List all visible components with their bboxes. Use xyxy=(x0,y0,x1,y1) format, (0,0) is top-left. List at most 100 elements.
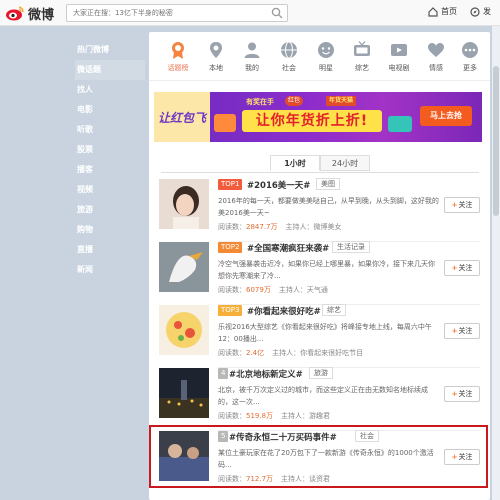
category-label: 社会 xyxy=(282,64,296,72)
follow-label: 关注 xyxy=(458,201,473,209)
category-label: 情感 xyxy=(429,64,443,72)
sidebar-item-news[interactable]: 新闻 xyxy=(75,260,145,280)
sidebar-item-podcast[interactable]: 播客 xyxy=(75,160,145,180)
topic-title[interactable]: #你看起来很好吃# xyxy=(247,305,321,317)
sidebar-item-topics[interactable]: 微话题 xyxy=(75,60,145,80)
more-dots-icon xyxy=(462,42,478,58)
topic-description: 某位土豪玩家在花了20万包下了一款新游《传奇永恒》的1000个激活码... xyxy=(218,449,434,469)
host-name[interactable]: 谈资君 xyxy=(309,475,330,483)
heart-icon xyxy=(428,43,444,57)
banner-main-text: 让你年货折上折! xyxy=(242,110,382,132)
topic-description: 乐视2016大型综艺《你看起来很好吃》将峰接专地上线，每周六中午12：00播出.… xyxy=(218,323,432,343)
banner-grab-button[interactable]: 马上去抢 xyxy=(420,106,472,126)
follow-button[interactable]: +关注 xyxy=(444,197,480,213)
topic-row: TOP1 #2016美一天# 美图 2016年的每一天，都要做美美哒自己，从早到… xyxy=(149,178,490,249)
topic-thumbnail[interactable] xyxy=(159,242,209,292)
search-input[interactable] xyxy=(67,5,262,21)
read-count-label: 阅读数： xyxy=(218,286,246,294)
host-name[interactable]: 你看起来很好吃节目 xyxy=(300,349,363,357)
tab-24-hours[interactable]: 24小时 xyxy=(320,155,370,171)
weibo-logo[interactable]: 微博 xyxy=(5,4,54,23)
read-count-label: 阅读数： xyxy=(218,349,246,357)
follow-button[interactable]: +关注 xyxy=(444,449,480,465)
scrollbar-thumb[interactable] xyxy=(493,66,499,216)
follow-button[interactable]: +关注 xyxy=(444,260,480,276)
topic-row: 5 #传奇永恒二十万买码事件# 社会 某位土豪玩家在花了20万包下了一款新游《传… xyxy=(149,430,490,500)
topic-category-tag[interactable]: 社会 xyxy=(355,430,379,442)
topic-description: 北京，被千万次定义过的城市，而这些定义正在由无数知名地标续成的，这一次... xyxy=(218,386,428,406)
category-celebrity[interactable]: 明星 xyxy=(309,40,343,73)
tab-1-hour[interactable]: 1小时 xyxy=(270,155,320,171)
category-more[interactable]: 更多 xyxy=(453,40,487,73)
nav-discover-label: 发 xyxy=(483,7,491,16)
sidebar-item-shopping[interactable]: 购物 xyxy=(75,220,145,240)
compass-icon xyxy=(470,6,480,17)
main-panel: 话题榜 本地 我的 社会 明星 综艺 电视剧 情感 更多 让红包飞 有奖在手 红… xyxy=(149,32,490,500)
category-local[interactable]: 本地 xyxy=(199,40,233,73)
topic-title[interactable]: #传奇永恒二十万买码事件# xyxy=(229,431,337,443)
follow-button[interactable]: +关注 xyxy=(444,323,480,339)
category-label: 我的 xyxy=(245,64,259,72)
category-bar: 话题榜 本地 我的 社会 明星 综艺 电视剧 情感 更多 xyxy=(149,40,490,82)
sidebar-item-live[interactable]: 直播 xyxy=(75,240,145,260)
topic-meta: 阅读数：2847.7万 主持人：微博美女 xyxy=(218,222,342,232)
follow-button[interactable]: +关注 xyxy=(444,386,480,402)
page-scrollbar[interactable] xyxy=(492,26,500,500)
read-count: 519.8万 xyxy=(246,412,274,420)
rank-badge: 5 xyxy=(218,431,229,442)
topic-title[interactable]: #全国寒潮疯狂来袭# xyxy=(247,242,329,254)
globe-icon xyxy=(281,41,297,59)
host-name[interactable]: 微博美女 xyxy=(314,223,342,231)
category-mine[interactable]: 我的 xyxy=(235,40,269,73)
host-label: 主持人： xyxy=(272,349,301,357)
topic-thumbnail[interactable] xyxy=(159,368,209,418)
topic-category-tag[interactable]: 综艺 xyxy=(322,304,346,316)
follow-label: 关注 xyxy=(458,453,473,461)
film-icon xyxy=(391,44,407,56)
topic-title[interactable]: #2016美一天# xyxy=(247,179,310,191)
host-name[interactable]: 游趣君 xyxy=(309,412,330,420)
divider xyxy=(161,172,479,173)
sidebar-item-travel[interactable]: 旅游 xyxy=(75,200,145,220)
topic-thumbnail[interactable] xyxy=(159,179,209,229)
category-society[interactable]: 社会 xyxy=(272,40,306,73)
topic-title[interactable]: #北京地标新定义# xyxy=(229,368,303,380)
gift-box-decoration xyxy=(214,114,236,132)
topic-thumbnail[interactable] xyxy=(159,431,209,481)
search-icon[interactable] xyxy=(271,7,283,19)
host-label: 主持人： xyxy=(285,223,314,231)
star-face-icon xyxy=(318,42,334,58)
topic-description: 2016年的每一天，都要做美美哒自己，从早到晚，从头到脚，这好我的美2016美一… xyxy=(218,197,439,217)
topic-category-tag[interactable]: 生活记录 xyxy=(332,241,370,253)
sidebar-item-video[interactable]: 视频 xyxy=(75,180,145,200)
topic-thumbnail[interactable] xyxy=(159,305,209,355)
nav-home[interactable]: 首页 xyxy=(428,6,457,17)
rank-badge: 4 xyxy=(218,368,229,379)
host-label: 主持人： xyxy=(278,286,307,294)
promo-banner[interactable]: 让红包飞 有奖在手 红包 年货天猫 让你年货折上折! 马上去抢 xyxy=(154,92,482,142)
category-label: 话题榜 xyxy=(167,64,189,72)
sidebar-item-movies[interactable]: 电影 xyxy=(75,100,145,120)
sidebar-item-music[interactable]: 听歌 xyxy=(75,120,145,140)
category-variety[interactable]: 综艺 xyxy=(345,40,379,73)
sidebar-item-hot-weibo[interactable]: 热门微博 xyxy=(75,40,145,60)
read-count: 2847.7万 xyxy=(246,223,278,231)
read-count-label: 阅读数： xyxy=(218,412,246,420)
topic-meta: 阅读数：519.8万 主持人：游趣君 xyxy=(218,411,330,421)
top-bar: 微博 首页 发 xyxy=(0,0,500,26)
search-box[interactable] xyxy=(66,4,288,22)
sidebar-item-find-people[interactable]: 找人 xyxy=(75,80,145,100)
divider xyxy=(149,80,490,81)
sidebar-item-stocks[interactable]: 股票 xyxy=(75,140,145,160)
topic-category-tag[interactable]: 美图 xyxy=(316,178,340,190)
banner-top-text: 有奖在手 xyxy=(246,98,274,106)
read-count-label: 阅读数： xyxy=(218,475,246,483)
location-pin-icon xyxy=(210,42,222,58)
nav-discover[interactable]: 发 xyxy=(470,6,491,17)
category-topic-ranking[interactable]: 话题榜 xyxy=(161,40,195,73)
host-name[interactable]: 天气通 xyxy=(307,286,328,294)
category-tv-drama[interactable]: 电视剧 xyxy=(382,40,416,73)
read-count-label: 阅读数： xyxy=(218,223,246,231)
topic-category-tag[interactable]: 旅游 xyxy=(309,367,333,379)
category-emotion[interactable]: 情感 xyxy=(419,40,453,73)
